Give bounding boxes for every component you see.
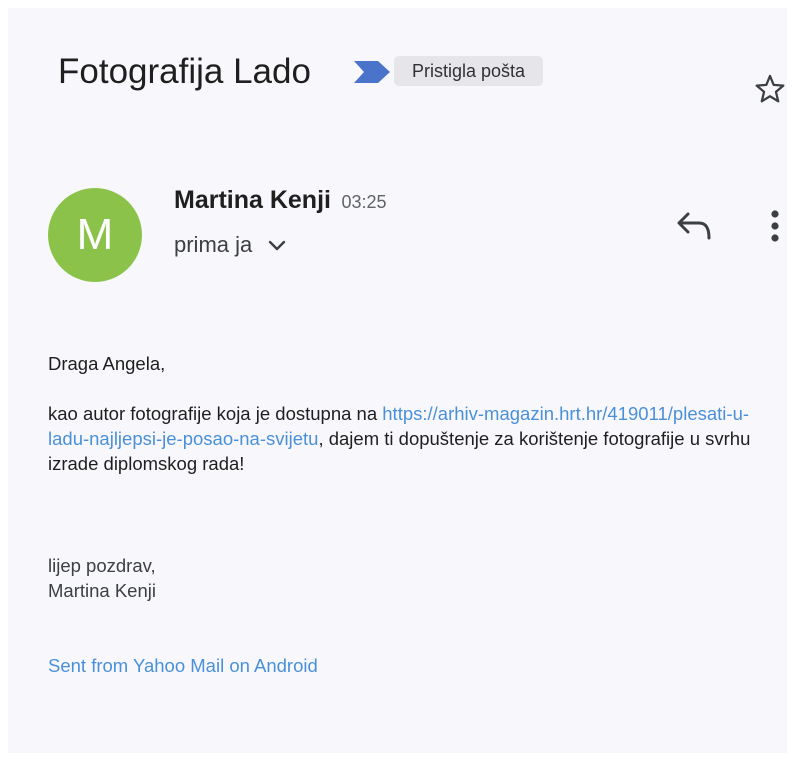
sender-name[interactable]: Martina Kenji [174,186,331,214]
reply-icon[interactable] [675,210,713,242]
more-vert-icon[interactable] [763,206,787,246]
message-time: 03:25 [341,192,387,212]
email-paragraph: kao autor fotografije koja je dostupna n… [48,401,768,476]
email-signature: Martina Kenji [48,580,156,601]
paragraph-text-start: kao autor fotografije koja je dostupna n… [48,403,383,424]
sender-avatar[interactable]: M [48,188,142,282]
recipient-toggle[interactable]: prima ja [174,230,286,260]
email-view: Fotografija Lado Pristigla pošta M Marti… [8,8,787,753]
email-greeting: Draga Angela, [48,353,166,374]
email-subject: Fotografija Lado [58,52,311,91]
inbox-label-chip[interactable]: Pristigla pošta [394,56,544,86]
chevron-down-icon [269,240,286,251]
importance-marker-icon [354,61,390,83]
yahoo-mail-footer-link[interactable]: Sent from Yahoo Mail on Android [48,653,318,678]
sender-line: Martina Kenji 03:25 [174,186,386,215]
star-icon[interactable] [753,72,787,106]
recipient-text: prima ja [174,232,253,257]
email-closing: lijep pozdrav, [48,555,156,576]
